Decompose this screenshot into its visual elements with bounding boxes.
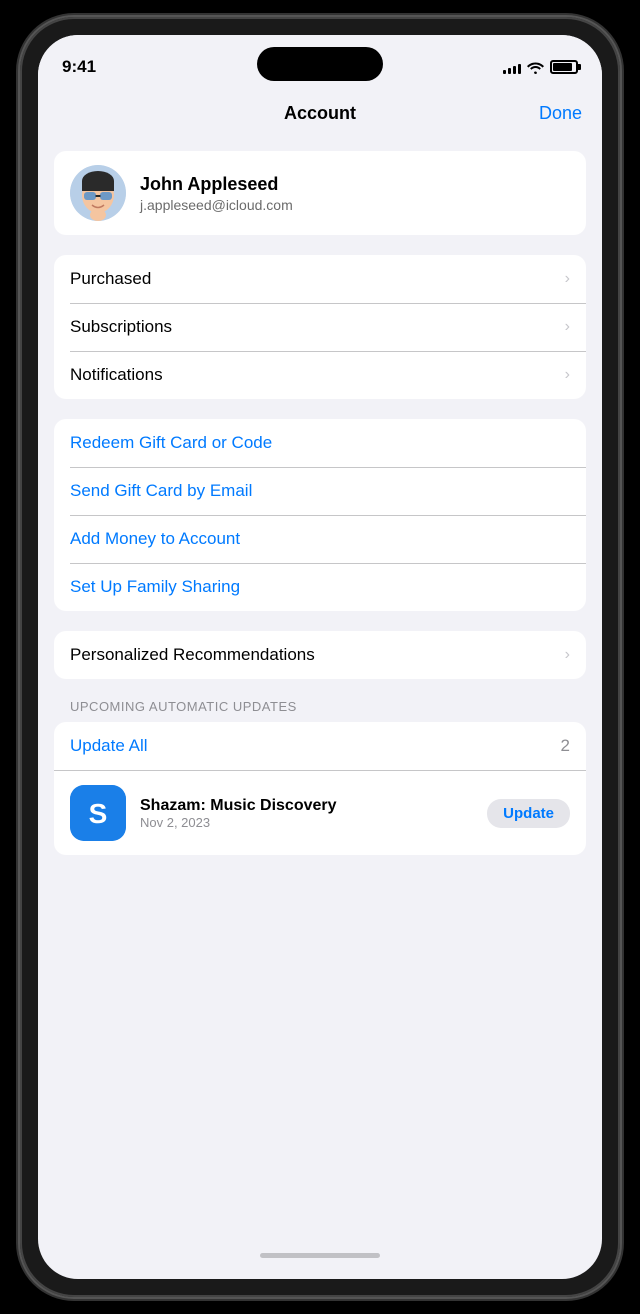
action-list-group: Redeem Gift Card or Code Send Gift Card … [54,419,586,611]
nav-bar: Account Done [38,87,602,139]
list-item-redeem[interactable]: Redeem Gift Card or Code [54,419,586,467]
account-email: j.appleseed@icloud.com [140,197,293,213]
wifi-icon [527,61,544,74]
account-info: John Appleseed j.appleseed@icloud.com [140,174,293,213]
update-count: 2 [561,736,570,756]
personalized-section: Personalized Recommendations › [54,631,586,679]
family-sharing-label: Set Up Family Sharing [70,577,240,597]
redeem-label: Redeem Gift Card or Code [70,433,272,453]
battery-icon [550,60,578,74]
home-indicator [260,1253,380,1258]
signal-bars-icon [503,61,521,74]
list-item-notifications[interactable]: Notifications › [54,351,586,399]
account-name: John Appleseed [140,174,293,195]
done-button[interactable]: Done [539,103,582,124]
app-update-row: S Shazam: Music Discovery Nov 2, 2023 Up… [54,771,586,855]
list-item-family-sharing[interactable]: Set Up Family Sharing [54,563,586,611]
upcoming-section-label: UPCOMING AUTOMATIC UPDATES [54,699,586,722]
list-item-personalized[interactable]: Personalized Recommendations › [54,631,586,679]
nav-title: Account [284,103,356,124]
list-item-purchased[interactable]: Purchased › [54,255,586,303]
bottom-bar [38,1245,602,1279]
phone-screen: 9:41 Account [38,35,602,1279]
status-icons [503,60,578,74]
update-all-label: Update All [70,736,148,756]
chevron-icon: › [565,318,570,336]
update-all-row[interactable]: Update All 2 [54,722,586,771]
dynamic-island [257,47,383,81]
personalized-label: Personalized Recommendations [70,645,315,665]
status-time: 9:41 [62,57,96,77]
list-item-send-gift[interactable]: Send Gift Card by Email [54,467,586,515]
list-item-add-money[interactable]: Add Money to Account [54,515,586,563]
app-info: Shazam: Music Discovery Nov 2, 2023 [140,797,473,830]
scroll-content: John Appleseed j.appleseed@icloud.com Pu… [38,139,602,1245]
chevron-icon: › [565,270,570,288]
chevron-icon: › [565,366,570,384]
svg-text:S: S [89,798,108,829]
notifications-label: Notifications [70,365,163,385]
updates-group: Update All 2 S Shazam: Music Discov [54,722,586,855]
purchased-label: Purchased [70,269,151,289]
phone-frame: 9:41 Account [20,17,620,1297]
app-date: Nov 2, 2023 [140,815,473,830]
account-card[interactable]: John Appleseed j.appleseed@icloud.com [54,151,586,235]
add-money-label: Add Money to Account [70,529,240,549]
update-button[interactable]: Update [487,799,570,828]
shazam-app-icon: S [70,785,126,841]
upcoming-section: UPCOMING AUTOMATIC UPDATES Update All 2 … [54,699,586,855]
main-list-group: Purchased › Subscriptions › Notification… [54,255,586,399]
list-item-subscriptions[interactable]: Subscriptions › [54,303,586,351]
app-name: Shazam: Music Discovery [140,797,473,815]
send-gift-label: Send Gift Card by Email [70,481,252,501]
subscriptions-label: Subscriptions [70,317,172,337]
avatar [70,165,126,221]
avatar-image [70,165,126,221]
chevron-icon: › [565,646,570,664]
